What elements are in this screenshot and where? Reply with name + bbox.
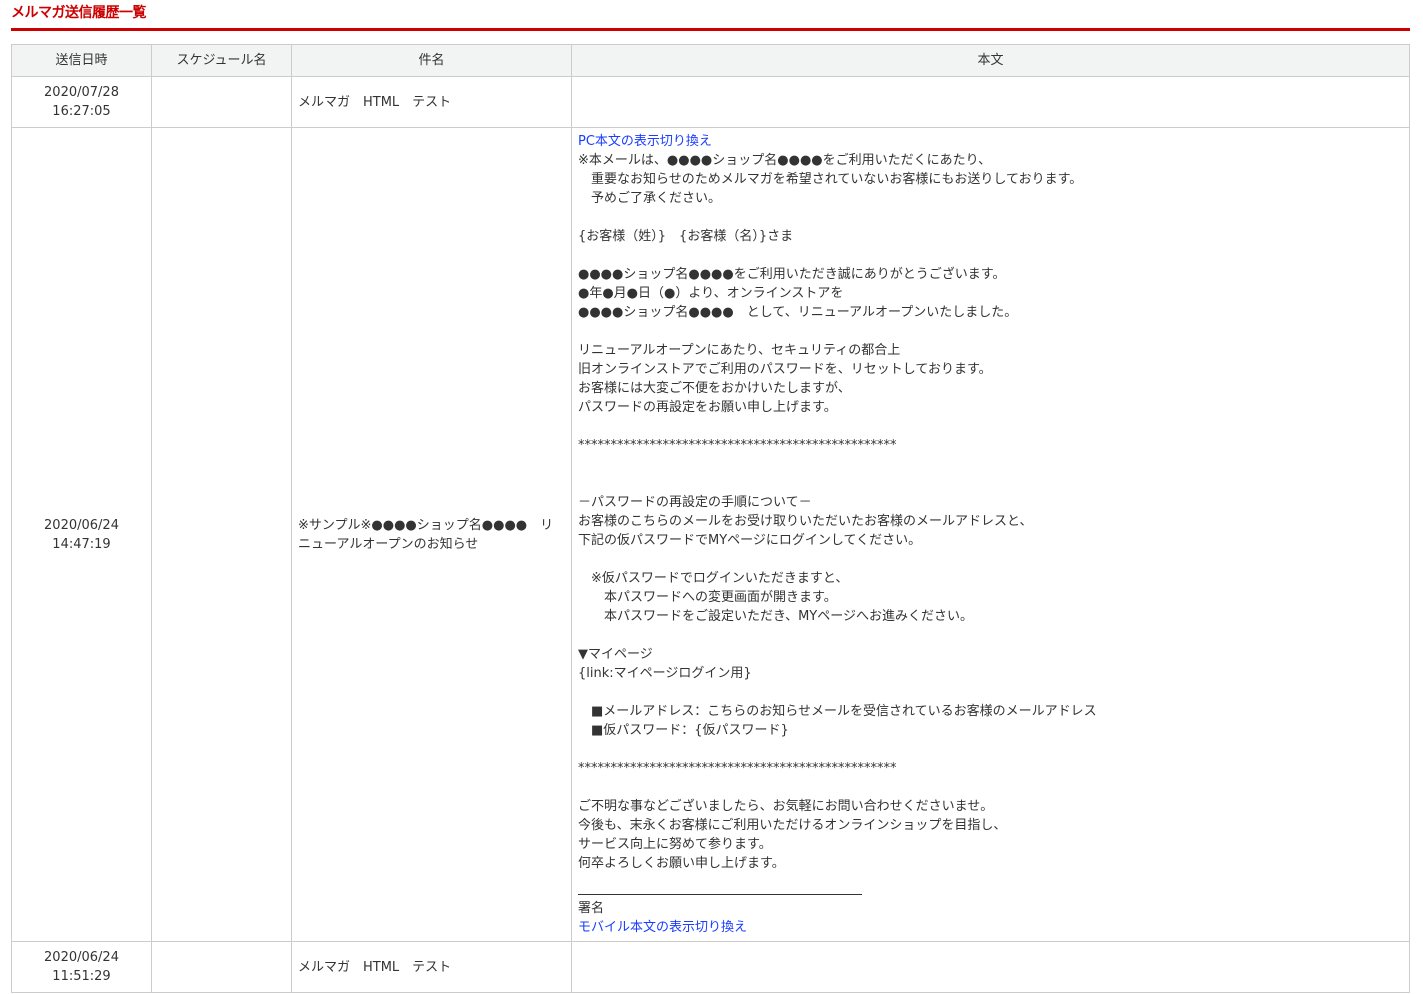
header-schedule-name: スケジュール名 <box>151 44 292 77</box>
schedule-name-cell <box>151 941 292 993</box>
pc-body-toggle-link[interactable]: PC本文の表示切り換え <box>578 132 1403 151</box>
send-date: 2020/06/24 <box>44 517 119 533</box>
subject-cell: ※サンプル※●●●●ショップ名●●●● リニューアルオープンのお知らせ <box>291 127 572 942</box>
subject-cell: メルマガ HTML テスト <box>291 76 572 128</box>
send-date: 2020/07/28 <box>44 85 119 100</box>
body-cell <box>571 76 1410 128</box>
table-row: 2020/07/28 16:27:05 メルマガ HTML テスト <box>11 76 1410 128</box>
header-body: 本文 <box>571 44 1410 77</box>
header-subject: 件名 <box>291 44 572 77</box>
header-send-datetime: 送信日時 <box>11 44 152 77</box>
table-row: 2020/06/24 11:51:29 メルマガ HTML テスト <box>11 941 1410 993</box>
table-row: 2020/06/24 14:47:19 ※サンプル※●●●●ショップ名●●●● リ… <box>11 127 1410 942</box>
table-header-row: 送信日時 スケジュール名 件名 本文 <box>11 44 1410 77</box>
title-divider <box>11 28 1410 31</box>
send-datetime-cell: 2020/07/28 16:27:05 <box>11 76 152 128</box>
schedule-name-cell <box>151 76 292 128</box>
mail-history-table: 送信日時 スケジュール名 件名 本文 2020/07/28 16:27:05 メル… <box>11 44 1410 993</box>
send-datetime-cell: 2020/06/24 11:51:29 <box>11 941 152 993</box>
subject-cell: メルマガ HTML テスト <box>291 941 572 993</box>
mail-body-text: ※本メールは、●●●●ショップ名●●●●をご利用いただくにあたり、 重要なお知ら… <box>578 153 1097 871</box>
send-time: 14:47:19 <box>52 536 111 552</box>
signature-divider <box>578 877 862 895</box>
schedule-name-cell <box>151 127 292 942</box>
signature-text: 署名 <box>578 901 605 916</box>
page-title: メルマガ送信履歴一覧 <box>11 5 147 21</box>
body-cell <box>571 941 1410 993</box>
body-cell: PC本文の表示切り換え ※本メールは、●●●●ショップ名●●●●をご利用いただく… <box>571 127 1410 942</box>
send-date: 2020/06/24 <box>44 950 119 965</box>
send-time: 11:51:29 <box>52 969 111 984</box>
mobile-body-toggle-link[interactable]: モバイル本文の表示切り換え <box>578 918 1403 937</box>
send-time: 16:27:05 <box>52 104 111 119</box>
send-datetime-cell: 2020/06/24 14:47:19 <box>11 127 152 942</box>
